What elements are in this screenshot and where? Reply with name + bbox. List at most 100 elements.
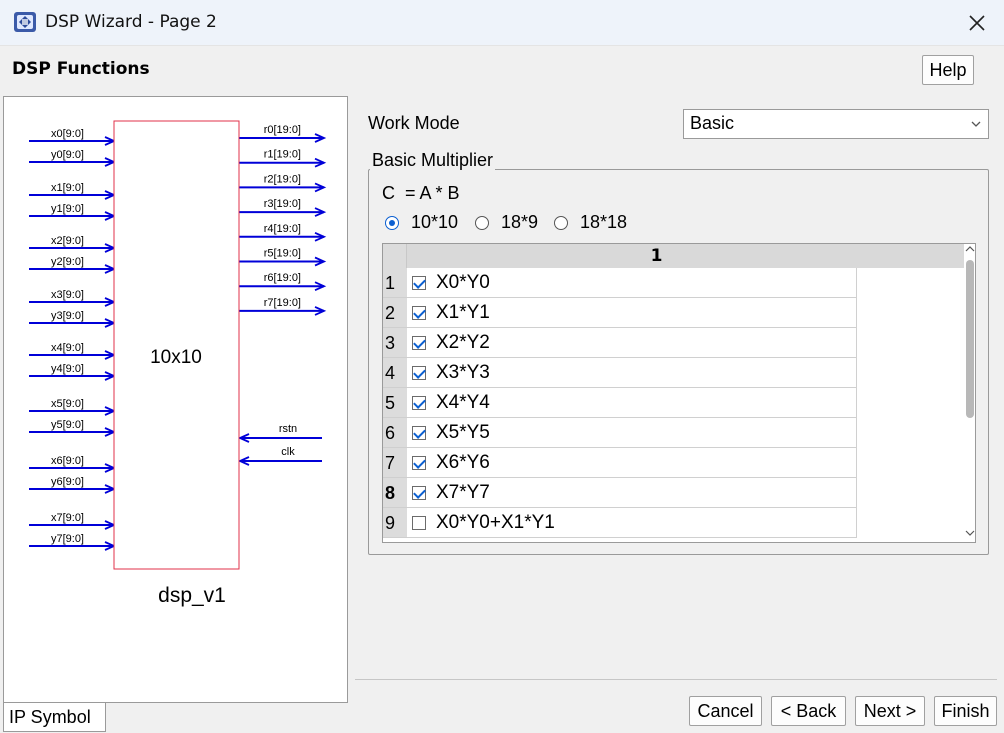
table-scrollbar[interactable] <box>964 244 975 542</box>
scrollbar-thumb[interactable] <box>966 260 974 418</box>
close-icon <box>969 15 985 31</box>
input-port-x7: x7[9:0] <box>29 512 117 530</box>
row-checkbox[interactable] <box>412 486 426 500</box>
input-port-x0: x0[9:0] <box>29 128 117 146</box>
back-button[interactable]: < Back <box>771 696 846 726</box>
table-cell[interactable]: X1*Y1 <box>407 298 857 328</box>
ip-symbol-tab[interactable]: IP Symbol <box>3 703 106 732</box>
output-port-r2: r2[19:0] <box>239 173 327 193</box>
input-port-x4: x4[9:0] <box>29 342 117 360</box>
input-port-label: y0[9:0] <box>51 149 84 161</box>
table-row: 5 X4*Y4 <box>383 388 857 418</box>
table-row: 6 X5*Y5 <box>383 418 857 448</box>
row-checkbox[interactable] <box>412 306 426 320</box>
ip-symbol-panel: x0[9:0] y0[9:0] x1[9:0] y1[9:0] x2[9:0] y2[9:… <box>3 96 348 703</box>
finish-button[interactable]: Finish <box>934 696 997 726</box>
input-port-x6: x6[9:0] <box>29 455 117 473</box>
radio-18x9-label: 18*9 <box>501 212 539 232</box>
input-port-label: x3[9:0] <box>51 289 84 301</box>
scroll-up-icon[interactable] <box>964 244 975 258</box>
column-header: 1 <box>650 246 663 266</box>
input-port-label: y4[9:0] <box>51 363 84 375</box>
cell-text: X1*Y1 <box>436 302 490 323</box>
cell-text: X7*Y7 <box>436 482 490 503</box>
table-cell[interactable]: X0*Y0 <box>407 268 857 298</box>
row-checkbox[interactable] <box>412 336 426 350</box>
close-button[interactable] <box>956 8 998 38</box>
output-port-label: r6[19:0] <box>264 272 301 284</box>
row-checkbox[interactable] <box>412 366 426 380</box>
output-port-label: r1[19:0] <box>264 149 301 161</box>
cell-text: X5*Y5 <box>436 422 490 443</box>
table-cell[interactable]: X7*Y7 <box>407 478 857 508</box>
radio-18x9[interactable] <box>475 216 489 230</box>
radio-10x10[interactable] <box>385 216 399 230</box>
output-port-r5: r5[19:0] <box>239 248 327 267</box>
instance-name: dsp_v1 <box>158 584 226 607</box>
work-mode-select[interactable]: Basic <box>683 109 989 139</box>
input-port-y1: y1[9:0] <box>29 203 117 221</box>
row-number: 9 <box>383 508 407 538</box>
title-bar: DSP Wizard - Page 2 <box>0 0 1004 46</box>
basic-multiplier-group-label: Basic Multiplier <box>370 150 496 171</box>
table-cell[interactable]: X6*Y6 <box>407 448 857 478</box>
table-row: 3 X2*Y2 <box>383 328 857 358</box>
block-label: 10x10 <box>150 347 202 368</box>
cell-text: X4*Y4 <box>436 392 490 413</box>
input-port-label: x1[9:0] <box>51 182 84 194</box>
output-port-label: r7[19:0] <box>264 297 301 309</box>
row-number: 5 <box>383 388 407 418</box>
scroll-down-icon[interactable] <box>964 528 975 542</box>
cell-text: X3*Y3 <box>436 362 490 383</box>
output-port-label: r3[19:0] <box>264 198 301 210</box>
table-row: 7 X6*Y6 <box>383 448 857 478</box>
table-cell[interactable]: X0*Y0+X1*Y1 <box>407 508 857 538</box>
table-row: 8 X7*Y7 <box>383 478 857 508</box>
input-port-label: x4[9:0] <box>51 342 84 354</box>
table-row: 9 X0*Y0+X1*Y1 <box>383 508 857 538</box>
next-button[interactable]: Next > <box>855 696 925 726</box>
input-port-label: y2[9:0] <box>51 256 84 268</box>
multiplier-table: 1 1 X0*Y0 2 X1*Y1 3 X2*Y2 4 X3*Y3 5 X4*Y… <box>382 243 976 543</box>
output-port-r6: r6[19:0] <box>239 272 327 292</box>
table-cell[interactable]: X5*Y5 <box>407 418 857 448</box>
table-row: 4 X3*Y3 <box>383 358 857 388</box>
help-button[interactable]: Help <box>922 55 974 85</box>
ip-symbol-diagram: x0[9:0] y0[9:0] x1[9:0] y1[9:0] x2[9:0] y2[9:… <box>29 120 327 607</box>
table-row: 1 X0*Y0 <box>383 268 857 298</box>
row-checkbox[interactable] <box>412 276 426 290</box>
row-checkbox[interactable] <box>412 516 426 530</box>
section-title: DSP Functions <box>12 59 150 79</box>
table-cell[interactable]: X3*Y3 <box>407 358 857 388</box>
cell-text: X0*Y0+X1*Y1 <box>436 512 555 533</box>
table-cell[interactable]: X4*Y4 <box>407 388 857 418</box>
row-number: 2 <box>383 298 407 328</box>
output-port-label: r0[19:0] <box>264 124 301 136</box>
input-port-label: x7[9:0] <box>51 512 84 524</box>
input-port-label: x2[9:0] <box>51 235 84 247</box>
input-port-x3: x3[9:0] <box>29 289 117 307</box>
input-port-y3: y3[9:0] <box>29 310 117 328</box>
control-port-clk: clk <box>237 446 322 466</box>
formula-label: C = A * B <box>382 183 460 203</box>
input-port-label: y5[9:0] <box>51 419 84 431</box>
input-port-x1: x1[9:0] <box>29 182 117 200</box>
input-port-x5: x5[9:0] <box>29 398 117 416</box>
input-port-label: y3[9:0] <box>51 310 84 322</box>
cancel-button[interactable]: Cancel <box>689 696 762 726</box>
output-port-r7: r7[19:0] <box>239 297 327 316</box>
control-port-rstn: rstn <box>237 423 322 443</box>
output-port-r1: r1[19:0] <box>239 149 327 168</box>
row-checkbox[interactable] <box>412 396 426 410</box>
cell-text: X0*Y0 <box>436 272 490 293</box>
row-checkbox[interactable] <box>412 456 426 470</box>
work-mode-value: Basic <box>690 113 735 133</box>
output-port-label: r4[19:0] <box>264 223 301 235</box>
output-port-r4: r4[19:0] <box>239 223 327 242</box>
row-number: 7 <box>383 448 407 478</box>
radio-18x18[interactable] <box>554 216 568 230</box>
table-cell[interactable]: X2*Y2 <box>407 328 857 358</box>
row-checkbox[interactable] <box>412 426 426 440</box>
input-port-y7: y7[9:0] <box>29 533 117 551</box>
input-port-y0: y0[9:0] <box>29 149 117 167</box>
